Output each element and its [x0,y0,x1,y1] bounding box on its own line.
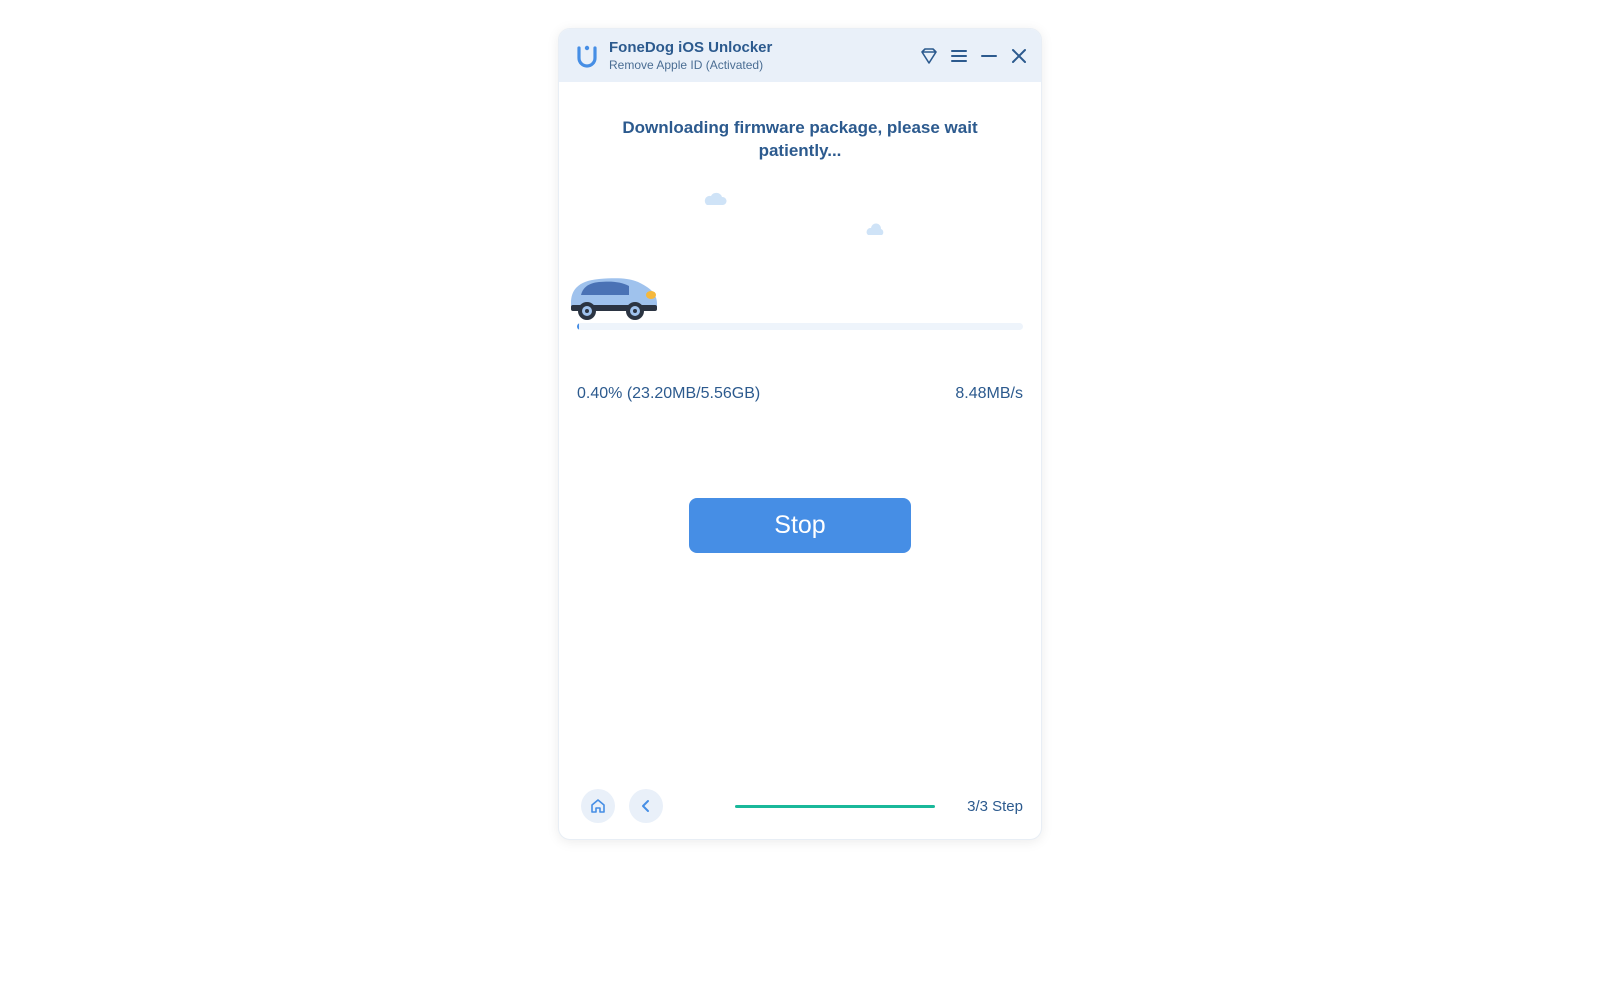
speed-label: 8.48MB/s [955,385,1023,403]
title-left: FoneDog iOS Unlocker Remove Apple ID (Ac… [575,39,772,72]
step-indicator-fill [735,805,935,808]
menu-icon[interactable] [949,46,969,66]
app-title: FoneDog iOS Unlocker [609,39,772,56]
app-logo-icon [575,44,599,68]
diamond-icon[interactable] [919,46,939,66]
step-label: 3/3 Step [967,798,1023,815]
progress-label: 0.40% (23.20MB/5.56GB) [577,385,760,403]
title-bar: FoneDog iOS Unlocker Remove Apple ID (Ac… [559,29,1041,82]
back-button[interactable] [629,789,663,823]
close-icon[interactable] [1009,46,1029,66]
cloud-icon [701,191,729,212]
home-button[interactable] [581,789,615,823]
title-text-block: FoneDog iOS Unlocker Remove Apple ID (Ac… [609,39,772,72]
step-indicator-track [663,805,967,808]
cloud-icon [863,223,887,242]
main-content: Downloading firmware package, please wai… [559,82,1041,779]
progress-stats: 0.40% (23.20MB/5.56GB) 8.48MB/s [573,385,1027,403]
stop-button[interactable]: Stop [689,498,911,553]
car-icon [565,265,661,326]
minimize-icon[interactable] [979,46,999,66]
footer-bar: 3/3 Step [559,779,1041,839]
illustration-area [573,173,1027,323]
chevron-left-icon [637,797,655,815]
home-icon [589,797,607,815]
footer-nav [581,789,663,823]
window-controls [919,46,1029,66]
app-window: FoneDog iOS Unlocker Remove Apple ID (Ac… [558,28,1042,840]
app-subtitle: Remove Apple ID (Activated) [609,58,772,72]
status-message: Downloading firmware package, please wai… [573,117,1027,163]
